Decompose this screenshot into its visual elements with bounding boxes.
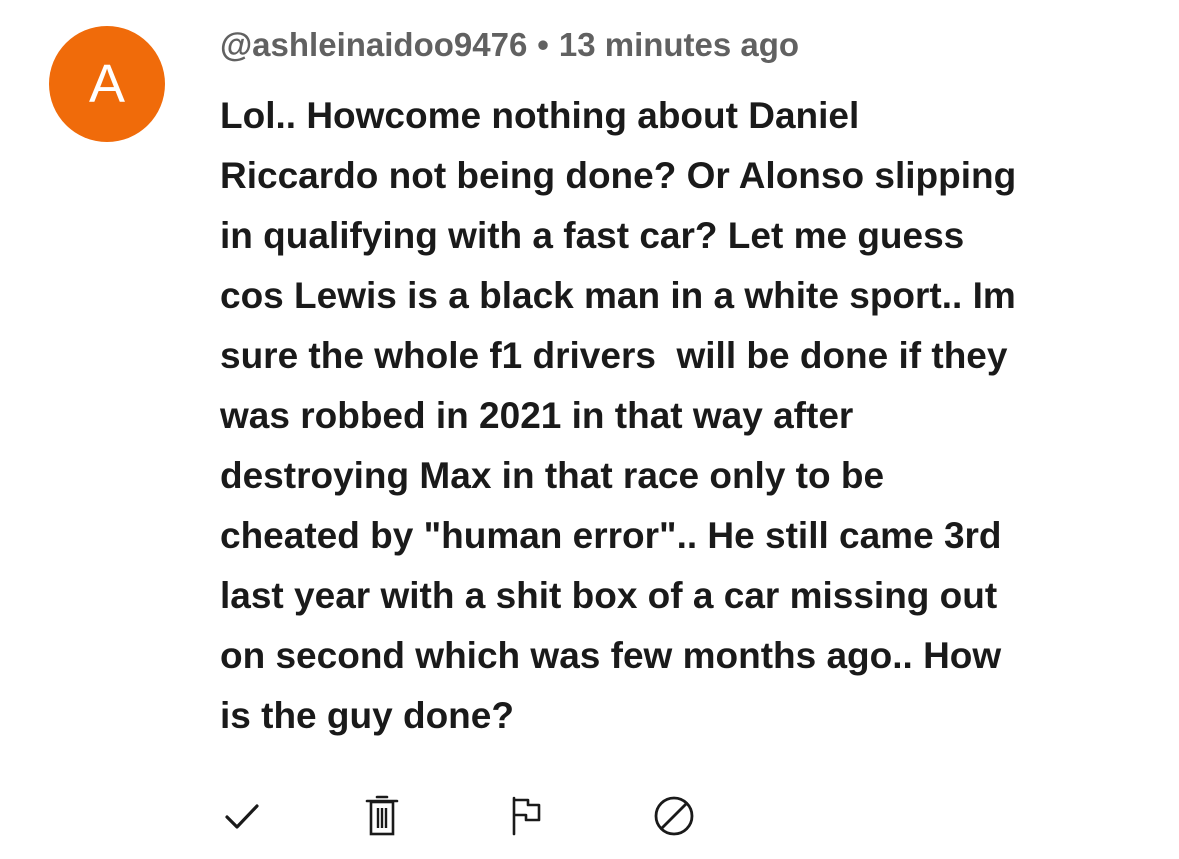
report-button[interactable] [502,792,550,840]
timestamp[interactable]: 13 minutes ago [559,26,799,63]
delete-button[interactable] [358,792,406,840]
comment-line: cos Lewis is a black man in a white spor… [220,275,1016,316]
trash-icon [365,795,399,836]
approve-button[interactable] [218,792,266,840]
comment-line: on second which was few months ago.. How [220,635,1002,676]
avatar-letter: A [88,54,126,114]
flag-icon [512,796,541,836]
block-icon [654,796,694,836]
comment-line: in qualifying with a fast car? Let me gu… [220,215,965,256]
comment-line: Lol.. Howcome nothing about Daniel [220,95,860,136]
meta-separator: • [537,26,549,63]
comment-text: Lol.. Howcome nothing about Daniel Ricca… [220,86,1140,746]
comment-line: cheated by "human error".. He still came… [220,515,1002,556]
comment-line: is the guy done? [220,695,514,736]
avatar[interactable]: A [49,26,165,142]
username[interactable]: @ashleinaidoo9476 [220,26,527,63]
comment-line: destroying Max in that race only to be [220,455,885,496]
comment-line: was robbed in 2021 in that way after [220,395,854,436]
block-button[interactable] [650,792,698,840]
comment-line: Riccardo not being done? Or Alonso slipp… [220,155,1017,196]
check-icon [225,804,259,829]
comment-line: sure the whole f1 drivers will be done i… [220,335,1008,376]
comment-line: last year with a shit box of a car missi… [220,575,998,616]
comment-meta: @ashleinaidoo9476 • 13 minutes ago [220,24,799,66]
